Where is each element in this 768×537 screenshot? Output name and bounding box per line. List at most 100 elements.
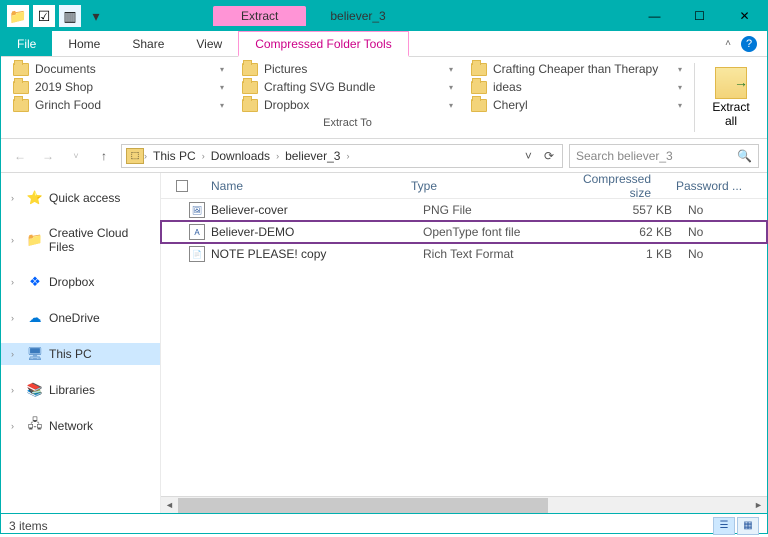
expand-caret-icon[interactable]: › — [11, 313, 21, 323]
chevron-down-icon[interactable]: ▾ — [449, 101, 453, 110]
status-item-count: 3 items — [9, 519, 48, 533]
ribbon-tabs: File Home Share View Compressed Folder T… — [1, 31, 767, 57]
quick-access-toolbar: 📁 ☑ ▥ ▾ — [1, 5, 113, 27]
file-password: No — [688, 225, 767, 239]
thumbnails-view-button[interactable]: ▦ — [737, 517, 759, 535]
navpane-item[interactable]: ›❖Dropbox — [1, 271, 160, 293]
navpane-label: Network — [49, 419, 93, 433]
navpane-item[interactable]: ›🖥This PC — [1, 343, 160, 365]
column-name[interactable]: Name — [203, 179, 403, 193]
chevron-down-icon[interactable]: ▾ — [678, 83, 682, 92]
new-folder-icon[interactable]: ▥ — [59, 5, 81, 27]
address-dropdown-icon[interactable]: ˅ — [521, 149, 536, 163]
chevron-down-icon[interactable]: ▾ — [220, 83, 224, 92]
chevron-down-icon[interactable]: ▾ — [678, 65, 682, 74]
file-row[interactable]: 📄 NOTE PLEASE! copy Rich Text Format 1 K… — [161, 243, 767, 265]
help-icon[interactable]: ? — [741, 36, 757, 52]
extract-destination[interactable]: ideas▾ — [467, 79, 686, 95]
column-password[interactable]: Password ... — [668, 179, 767, 193]
horizontal-scrollbar[interactable]: ◄ ► — [161, 496, 767, 513]
navpane-icon: 📚 — [27, 382, 43, 398]
file-type: Rich Text Format — [423, 247, 578, 261]
destination-label: Cheryl — [493, 98, 528, 112]
folder-icon — [242, 63, 258, 76]
extract-destination[interactable]: 2019 Shop ▾ — [9, 79, 228, 95]
file-list-pane: Name Type Compressed size Password ... 🖼… — [161, 173, 767, 513]
navpane-item[interactable]: ›⭐Quick access — [1, 187, 160, 209]
destination-label: Documents — [35, 62, 96, 76]
content-area: ›⭐Quick access›📁Creative Cloud Files›❖Dr… — [1, 173, 767, 513]
extract-destination[interactable]: Documents ▾ — [9, 61, 228, 77]
breadcrumb-segment[interactable]: believer_3 — [279, 149, 346, 163]
tab-file[interactable]: File — [1, 31, 52, 56]
chevron-right-icon[interactable]: › — [346, 151, 349, 161]
extract-destination[interactable]: Grinch Food▾ — [9, 97, 228, 113]
folder-icon — [471, 63, 487, 76]
destination-label: 2019 Shop — [35, 80, 93, 94]
navpane-item[interactable]: ›📚Libraries — [1, 379, 160, 401]
collapse-ribbon-icon[interactable]: ˄ — [725, 38, 731, 49]
minimize-button[interactable]: — — [632, 1, 677, 31]
file-row[interactable]: 🖼 Believer-cover PNG File 557 KB No — [161, 199, 767, 221]
extract-destination[interactable]: Pictures▾ — [238, 61, 457, 77]
folder-icon[interactable]: 📁 — [7, 5, 29, 27]
column-compressed-size[interactable]: Compressed size — [558, 172, 668, 200]
file-row[interactable]: A Believer-DEMO OpenType font file 62 KB… — [161, 221, 767, 243]
extract-to-group: Documents▾Pictures▾Crafting Cheaper than… — [1, 57, 694, 138]
extract-all-label: Extract all — [712, 101, 749, 127]
expand-caret-icon[interactable]: › — [11, 235, 21, 245]
extract-destination[interactable]: Crafting SVG Bundle▾ — [238, 79, 457, 95]
close-button[interactable]: ✕ — [722, 1, 767, 31]
scroll-left-icon[interactable]: ◄ — [161, 497, 178, 514]
chevron-down-icon[interactable]: ▾ — [449, 65, 453, 74]
tab-compressed-tools[interactable]: Compressed Folder Tools — [238, 31, 409, 57]
search-placeholder: Search believer_3 — [576, 149, 673, 163]
tab-view[interactable]: View — [180, 31, 238, 56]
scroll-right-icon[interactable]: ► — [750, 497, 767, 514]
file-type: PNG File — [423, 203, 578, 217]
folder-icon — [471, 81, 487, 94]
navpane-item[interactable]: ›🖧Network — [1, 415, 160, 437]
extract-destination[interactable]: Crafting Cheaper than Therapy▾ — [467, 61, 686, 77]
destination-label: Dropbox — [264, 98, 309, 112]
back-button[interactable]: ← — [9, 145, 31, 167]
forward-button[interactable]: → — [37, 145, 59, 167]
extract-destination[interactable]: Cheryl ▾ — [467, 97, 686, 113]
tab-home[interactable]: Home — [52, 31, 116, 56]
expand-caret-icon[interactable]: › — [11, 277, 21, 287]
breadcrumb-segment[interactable]: Downloads — [205, 149, 276, 163]
expand-caret-icon[interactable]: › — [11, 349, 21, 359]
navpane-item[interactable]: ›📁Creative Cloud Files — [1, 223, 160, 257]
chevron-down-icon[interactable]: ▾ — [220, 101, 224, 110]
expand-caret-icon[interactable]: › — [11, 385, 21, 395]
chevron-down-icon[interactable]: ▾ — [449, 83, 453, 92]
address-bar[interactable]: ⬚ › This PC › Downloads › believer_3 › ˅… — [121, 144, 563, 168]
chevron-down-icon[interactable]: ▾ — [678, 101, 682, 110]
expand-caret-icon[interactable]: › — [11, 193, 21, 203]
refresh-icon[interactable]: ⟳ — [540, 149, 558, 163]
navpane-icon: 📁 — [27, 232, 43, 248]
tab-share[interactable]: Share — [116, 31, 180, 56]
details-view-button[interactable]: ☰ — [713, 517, 735, 535]
expand-caret-icon[interactable]: › — [11, 421, 21, 431]
navpane-item[interactable]: ›☁OneDrive — [1, 307, 160, 329]
properties-icon[interactable]: ☑ — [33, 5, 55, 27]
recent-dropdown-icon[interactable]: ˅ — [65, 145, 87, 167]
file-name: Believer-cover — [211, 203, 423, 217]
navigation-pane: ›⭐Quick access›📁Creative Cloud Files›❖Dr… — [1, 173, 161, 513]
extract-destination[interactable]: Dropbox ▾ — [238, 97, 457, 113]
scrollbar-thumb[interactable] — [178, 498, 548, 513]
select-all-checkbox[interactable] — [176, 180, 188, 192]
column-type[interactable]: Type — [403, 179, 558, 193]
search-icon[interactable]: 🔍 — [737, 149, 752, 163]
chevron-down-icon[interactable]: ▾ — [220, 65, 224, 74]
breadcrumb-segment[interactable]: This PC — [147, 149, 202, 163]
search-box[interactable]: Search believer_3 🔍 — [569, 144, 759, 168]
up-button[interactable]: ↑ — [93, 145, 115, 167]
maximize-button[interactable]: ☐ — [677, 1, 722, 31]
qat-dropdown-icon[interactable]: ▾ — [85, 5, 107, 27]
file-name: NOTE PLEASE! copy — [211, 247, 423, 261]
navpane-label: Dropbox — [49, 275, 94, 289]
extract-all-button[interactable]: Extract all — [695, 57, 767, 138]
title-bar: 📁 ☑ ▥ ▾ Extract believer_3 — ☐ ✕ — [1, 1, 767, 31]
